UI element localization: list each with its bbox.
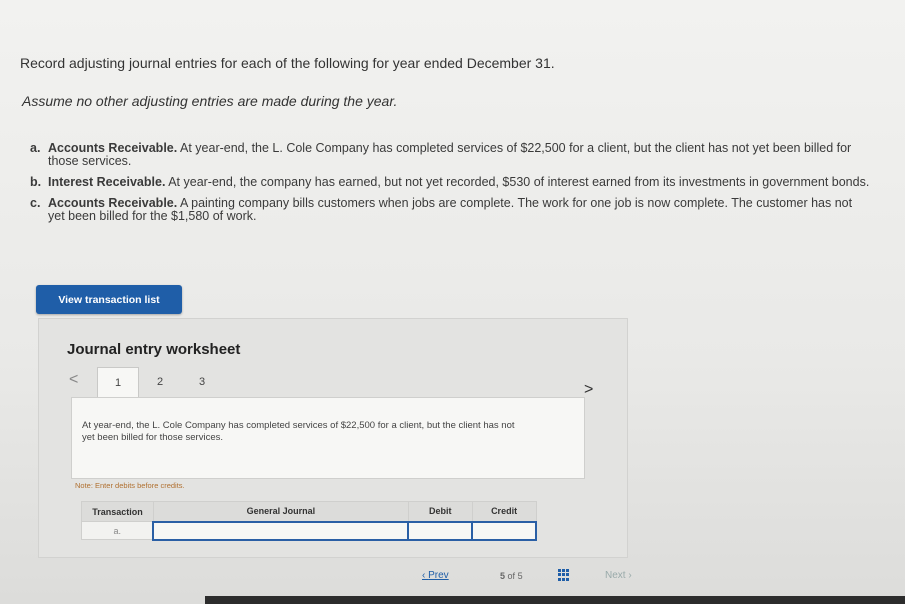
page-current: 5 [500, 571, 506, 581]
credit-input[interactable] [471, 520, 537, 541]
page-total: 5 [517, 571, 523, 581]
next-page-link[interactable]: Next › [605, 570, 632, 581]
worksheet-prev-icon[interactable]: < [69, 371, 78, 389]
tab-3[interactable]: 3 [181, 367, 223, 397]
chevron-right-icon: › [625, 570, 632, 581]
taskbar [205, 596, 905, 604]
problem-items: a. Accounts Receivable. At year-end, the… [30, 142, 870, 231]
next-label: Next [605, 570, 626, 581]
problem-item-b: b. Interest Receivable. At year-end, the… [30, 176, 870, 189]
item-heading: Accounts Receivable. [48, 141, 178, 155]
worksheet-title: Journal entry worksheet [67, 341, 241, 358]
worksheet-next-icon[interactable]: > [584, 381, 593, 399]
transaction-cell: a. [81, 521, 154, 540]
page-indicator: 5 of 5 [500, 571, 523, 581]
item-letter: b. [30, 175, 42, 189]
item-heading: Accounts Receivable. [48, 196, 178, 210]
tab-1[interactable]: 1 [97, 367, 139, 397]
journal-table: Transaction General Journal Debit Credit… [81, 501, 537, 541]
assignment-page: Record adjusting journal entries for eac… [0, 0, 905, 604]
worksheet-tabs: 1 2 3 [97, 367, 223, 397]
debit-input[interactable] [407, 520, 474, 541]
column-header-debit: Debit [407, 501, 473, 522]
transaction-description: At year-end, the L. Cole Company has com… [82, 420, 515, 443]
instructions-intro: Record adjusting journal entries for eac… [20, 55, 555, 71]
table-row: a. [81, 520, 537, 541]
prev-page-link[interactable]: ‹ Prev [422, 570, 449, 581]
view-transaction-list-button[interactable]: View transaction list [36, 285, 182, 314]
column-header-general-journal: General Journal [152, 501, 409, 522]
page-of: of [507, 571, 516, 581]
item-letter: a. [30, 141, 41, 155]
account-input[interactable] [152, 520, 410, 541]
column-header-transaction: Transaction [81, 501, 154, 522]
item-text: At year-end, the company has earned, but… [165, 175, 870, 189]
item-heading: Interest Receivable. [48, 175, 166, 189]
instructions-assume: Assume no other adjusting entries are ma… [22, 93, 398, 109]
entry-note: Note: Enter debits before credits. [75, 481, 185, 490]
prev-label: Prev [428, 570, 449, 581]
problem-item-c: c. Accounts Receivable. A painting compa… [30, 197, 870, 223]
column-header-credit: Credit [471, 501, 537, 522]
problem-item-a: a. Accounts Receivable. At year-end, the… [30, 142, 870, 168]
item-letter: c. [30, 196, 41, 210]
tab-2[interactable]: 2 [139, 367, 181, 397]
grid-icon[interactable] [558, 569, 570, 581]
journal-entry-worksheet: Journal entry worksheet < 1 2 3 > At yea… [38, 318, 628, 558]
transaction-description-box: At year-end, the L. Cole Company has com… [71, 397, 585, 479]
